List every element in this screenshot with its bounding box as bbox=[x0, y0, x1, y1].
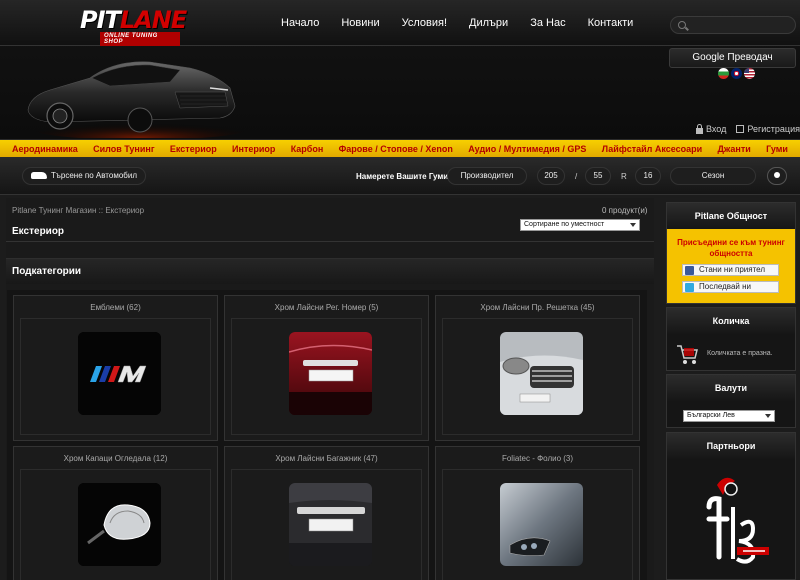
subcategory-frame bbox=[442, 469, 633, 580]
logo-tagline: ONLINE TUNING SHOP bbox=[100, 32, 180, 46]
cart-body: Количката е празна. bbox=[667, 334, 795, 372]
uk-flag-icon[interactable] bbox=[731, 68, 742, 79]
car-banner-image bbox=[27, 61, 245, 138]
cat-lifestyle[interactable]: Лайфстайл Аксесоари bbox=[602, 144, 702, 154]
rim-size-select[interactable]: 16 bbox=[635, 167, 661, 185]
cart-title: Количка bbox=[667, 308, 795, 334]
currency-box: Валути Български Лев bbox=[666, 374, 796, 428]
cat-tyres[interactable]: Гуми bbox=[766, 144, 788, 154]
emblem-thumbnail[interactable] bbox=[78, 332, 161, 415]
sort-select[interactable]: Сортиране по уместност bbox=[520, 219, 640, 231]
grille-trim-thumbnail[interactable] bbox=[500, 332, 583, 415]
subcategory-grid: Емблеми (62) Хром Лайсни Рег. Номер (5) bbox=[7, 290, 647, 580]
category-bar: Аеродинамика Силов Тунинг Екстериор Инте… bbox=[0, 140, 800, 157]
cat-interior[interactable]: Интериор bbox=[232, 144, 275, 154]
subcategory-card-grille-trims[interactable]: Хром Лайсни Пр. Решетка (45) bbox=[435, 295, 640, 441]
twitter-button[interactable]: Последвай ни bbox=[682, 281, 779, 293]
search-icon[interactable] bbox=[678, 21, 686, 29]
tyre-profile-select[interactable]: 55 bbox=[585, 167, 611, 185]
auth-links: Вход Регистрация bbox=[696, 123, 800, 134]
twitter-icon bbox=[685, 283, 694, 292]
subcategory-title[interactable]: Хром Лайсни Багажник (47) bbox=[225, 454, 428, 463]
cat-wheels[interactable]: Джанти bbox=[718, 144, 751, 154]
foliatec-thumbnail[interactable] bbox=[500, 483, 583, 566]
search-input[interactable] bbox=[691, 18, 791, 32]
nav-about[interactable]: За Нас bbox=[530, 17, 565, 29]
subcategory-frame bbox=[442, 318, 633, 435]
lock-icon bbox=[696, 123, 703, 134]
subcategory-frame bbox=[20, 469, 211, 580]
subcategories-title: Подкатегории bbox=[12, 266, 82, 277]
subcategory-card-plate-trims[interactable]: Хром Лайсни Рег. Номер (5) bbox=[224, 295, 429, 441]
tyre-width-select[interactable]: 205 bbox=[537, 167, 565, 185]
community-title: Pitlane Общност bbox=[667, 203, 795, 229]
products-count: 0 продукт(и) bbox=[602, 206, 648, 215]
subcategory-card-trunk-trims[interactable]: Хром Лайсни Багажник (47) bbox=[224, 446, 429, 580]
cat-carbon[interactable]: Карбон bbox=[291, 144, 324, 154]
register-link[interactable]: Регистрация bbox=[736, 124, 800, 134]
cat-exterior[interactable]: Екстериор bbox=[170, 144, 217, 154]
google-translate-button[interactable]: Google Преводач bbox=[669, 48, 796, 68]
breadcrumb[interactable]: Pitlane Тунинг Магазин :: Екстериор bbox=[12, 206, 144, 215]
community-join-text: Присъедини се към тунинг общността bbox=[677, 238, 785, 258]
main-nav: Начало Новини Условия! Дилъри За Нас Кон… bbox=[270, 0, 644, 46]
currency-body: Български Лев bbox=[667, 401, 795, 429]
tyre-search-label: Намерете Вашите Гуми: bbox=[356, 172, 451, 181]
subcategory-frame bbox=[231, 318, 422, 435]
season-select[interactable]: Сезон bbox=[670, 167, 756, 185]
subcategory-title[interactable]: Емблеми (62) bbox=[14, 303, 217, 312]
page-title: Екстериор bbox=[12, 226, 65, 237]
nav-news[interactable]: Новини bbox=[341, 17, 379, 29]
facebook-button[interactable]: Стани ни приятел bbox=[682, 264, 779, 276]
partner-logo-image[interactable] bbox=[687, 467, 777, 575]
tyre-search-go-button[interactable] bbox=[767, 167, 787, 185]
currency-title: Валути bbox=[667, 375, 795, 401]
partners-box: Партньори bbox=[666, 432, 796, 580]
community-box: Pitlane Общност Присъедини се към тунинг… bbox=[666, 202, 796, 304]
cart-box: Количка Количката е празна. bbox=[666, 307, 796, 371]
language-flags bbox=[718, 68, 755, 79]
cat-aerodynamics[interactable]: Аеродинамика bbox=[12, 144, 78, 154]
currency-select[interactable]: Български Лев bbox=[683, 410, 775, 422]
community-body: Присъедини се към тунинг общността Стани… bbox=[667, 229, 795, 303]
login-link[interactable]: Вход bbox=[696, 123, 726, 134]
bulgarian-flag-icon[interactable] bbox=[718, 68, 729, 79]
subcategory-card-mirror-covers[interactable]: Хром Капаци Огледала (12) bbox=[13, 446, 218, 580]
site-logo[interactable]: PITLANE ONLINE TUNING SHOP bbox=[80, 6, 187, 46]
cat-lights[interactable]: Фарове / Стопове / Xenon bbox=[339, 144, 453, 154]
subcategory-title[interactable]: Foliatec - Фолио (3) bbox=[436, 454, 639, 463]
subcategory-title[interactable]: Хром Капаци Огледала (12) bbox=[14, 454, 217, 463]
nav-dealers[interactable]: Дилъри bbox=[469, 17, 508, 29]
nav-terms[interactable]: Условия! bbox=[402, 17, 447, 29]
rim-label: R bbox=[621, 172, 627, 181]
subcategory-frame bbox=[231, 469, 422, 580]
plate-trim-thumbnail[interactable] bbox=[289, 332, 372, 415]
subcategories-header bbox=[6, 258, 654, 284]
edit-icon bbox=[736, 125, 745, 133]
subcategory-card-foliatec[interactable]: Foliatec - Фолио (3) bbox=[435, 446, 640, 580]
cart-icon[interactable] bbox=[675, 342, 699, 366]
cart-empty-text: Количката е празна. bbox=[707, 350, 773, 357]
mirror-cover-thumbnail[interactable] bbox=[78, 483, 161, 566]
trunk-trim-thumbnail[interactable] bbox=[289, 483, 372, 566]
nav-home[interactable]: Начало bbox=[281, 17, 319, 29]
us-flag-icon[interactable] bbox=[744, 68, 755, 79]
search-box bbox=[670, 16, 796, 34]
cat-power-tuning[interactable]: Силов Тунинг bbox=[93, 144, 154, 154]
subcategory-title[interactable]: Хром Лайсни Рег. Номер (5) bbox=[225, 303, 428, 312]
facebook-icon bbox=[685, 266, 694, 275]
subcategory-title[interactable]: Хром Лайсни Пр. Решетка (45) bbox=[436, 303, 639, 312]
divider bbox=[6, 241, 654, 242]
partners-title: Партньори bbox=[667, 433, 795, 459]
tyre-size-separator: / bbox=[575, 172, 578, 181]
logo-brand: PITLANE bbox=[80, 6, 187, 34]
nav-contacts[interactable]: Контакти bbox=[588, 17, 634, 29]
subcategory-card-emblems[interactable]: Емблеми (62) bbox=[13, 295, 218, 441]
manufacturer-select[interactable]: Производител bbox=[447, 167, 527, 185]
car-icon bbox=[31, 172, 47, 180]
subcategory-frame bbox=[20, 318, 211, 435]
cat-audio[interactable]: Аудио / Мултимедия / GPS bbox=[468, 144, 586, 154]
car-search-button[interactable]: Търсене по Автомобил bbox=[22, 167, 146, 185]
